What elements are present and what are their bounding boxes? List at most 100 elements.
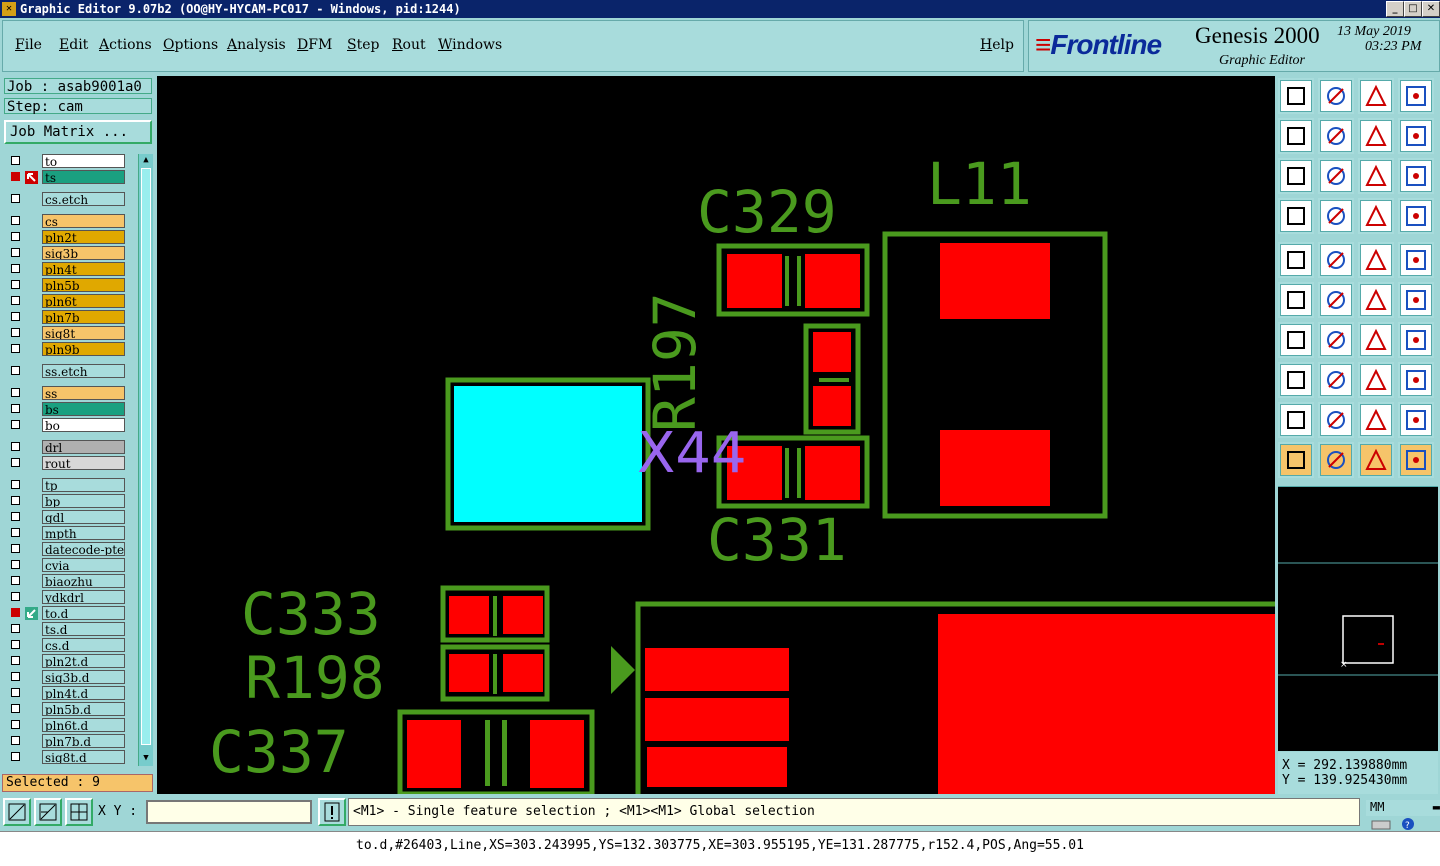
layer-checkbox[interactable] bbox=[11, 512, 20, 521]
tool-button[interactable] bbox=[1398, 442, 1434, 478]
layer-name[interactable]: pln6t.d bbox=[42, 718, 125, 732]
layer-row[interactable]: pln2t bbox=[6, 230, 128, 245]
tool-button[interactable] bbox=[1318, 198, 1354, 234]
layer-row[interactable]: sig8t.d bbox=[6, 750, 128, 765]
tool-button[interactable] bbox=[1398, 402, 1434, 438]
grid-button[interactable] bbox=[65, 798, 93, 826]
scroll-down-icon[interactable]: ▼ bbox=[139, 752, 153, 764]
layer-row[interactable]: pln7b.d bbox=[6, 734, 128, 749]
layer-row[interactable]: cs bbox=[6, 214, 128, 229]
layer-checkbox[interactable] bbox=[11, 560, 20, 569]
tool-button[interactable] bbox=[1398, 322, 1434, 358]
tool-button[interactable] bbox=[1358, 118, 1394, 154]
layer-row[interactable]: mpth bbox=[6, 526, 128, 541]
menu-analysis[interactable]: Analysis bbox=[227, 37, 286, 53]
layer-name[interactable]: pln5b.d bbox=[42, 702, 125, 716]
close-button[interactable]: ✕ bbox=[1422, 1, 1440, 17]
layer-checkbox[interactable] bbox=[11, 458, 20, 467]
layer-checkbox[interactable] bbox=[11, 704, 20, 713]
tool-button[interactable] bbox=[1318, 158, 1354, 194]
layer-checkbox[interactable] bbox=[11, 480, 20, 489]
pcb-drawing[interactable]: C329 L11 R197 C331 C333 R198 C337 X44 bbox=[157, 76, 1275, 794]
layer-name[interactable]: cs bbox=[42, 214, 125, 228]
layer-checkbox[interactable] bbox=[11, 592, 20, 601]
menu-help[interactable]: Help bbox=[980, 37, 1014, 53]
layer-checkbox[interactable] bbox=[11, 366, 20, 375]
tool-button[interactable] bbox=[1318, 442, 1354, 478]
layer-checkbox[interactable] bbox=[11, 544, 20, 553]
menu-dfm[interactable]: DFM bbox=[297, 37, 332, 53]
tool-button[interactable] bbox=[1358, 362, 1394, 398]
tool-button[interactable] bbox=[1278, 118, 1314, 154]
layer-checkbox[interactable] bbox=[11, 420, 20, 429]
layer-row[interactable]: ts bbox=[6, 170, 128, 185]
layer-checkbox[interactable] bbox=[11, 528, 20, 537]
layer-row[interactable]: ss bbox=[6, 386, 128, 401]
layer-row[interactable]: datecode-pte bbox=[6, 542, 128, 557]
layer-row[interactable]: sig3b bbox=[6, 246, 128, 261]
layer-row[interactable]: sig3b.d bbox=[6, 670, 128, 685]
layer-row[interactable]: cs.etch bbox=[6, 192, 128, 207]
layer-row[interactable]: pln4t.d bbox=[6, 686, 128, 701]
layer-checkbox[interactable] bbox=[11, 216, 20, 225]
layer-name[interactable]: ts bbox=[42, 170, 125, 184]
layer-row[interactable]: gdl bbox=[6, 510, 128, 525]
scroll-thumb[interactable] bbox=[141, 168, 151, 745]
layer-name[interactable]: to bbox=[42, 154, 125, 168]
layer-row[interactable]: sig8t bbox=[6, 326, 128, 341]
units-select[interactable]: MM ▬ bbox=[1366, 800, 1440, 816]
layer-name[interactable]: pln6t bbox=[42, 294, 125, 308]
layer-checkbox[interactable] bbox=[11, 752, 20, 761]
layer-row[interactable]: ydkdrl bbox=[6, 590, 128, 605]
layer-checkbox[interactable] bbox=[11, 496, 20, 505]
layer-checkbox[interactable] bbox=[11, 296, 20, 305]
tool-button[interactable] bbox=[1358, 442, 1394, 478]
layer-checkbox[interactable] bbox=[11, 328, 20, 337]
layer-checkbox[interactable] bbox=[11, 404, 20, 413]
zoom-area-button[interactable] bbox=[3, 798, 31, 826]
layer-row[interactable]: cs.d bbox=[6, 638, 128, 653]
layer-row[interactable]: bo bbox=[6, 418, 128, 433]
layer-row[interactable]: ss.etch bbox=[6, 364, 128, 379]
layer-name[interactable]: pln7b bbox=[42, 310, 125, 324]
menu-windows[interactable]: Windows bbox=[438, 37, 502, 53]
layer-name[interactable]: pln4t bbox=[42, 262, 125, 276]
alert-button[interactable] bbox=[318, 798, 346, 826]
layer-checkbox[interactable] bbox=[11, 344, 20, 353]
tool-button[interactable] bbox=[1358, 242, 1394, 278]
layer-row[interactable]: tp bbox=[6, 478, 128, 493]
overview-map[interactable]: × bbox=[1278, 486, 1438, 751]
layer-name[interactable]: bp bbox=[42, 494, 125, 508]
layer-row[interactable]: biaozhu bbox=[6, 574, 128, 589]
maximize-button[interactable]: □ bbox=[1404, 1, 1422, 17]
tool-button[interactable] bbox=[1358, 198, 1394, 234]
layer-name[interactable]: ts.d bbox=[42, 622, 125, 636]
layer-checkbox[interactable] bbox=[11, 232, 20, 241]
layer-checkbox[interactable] bbox=[11, 640, 20, 649]
layer-row[interactable]: pln6t bbox=[6, 294, 128, 309]
tool-button[interactable] bbox=[1278, 362, 1314, 398]
menu-options[interactable]: Options bbox=[163, 37, 218, 53]
layer-checkbox[interactable] bbox=[11, 736, 20, 745]
tool-button[interactable] bbox=[1398, 362, 1434, 398]
layer-row[interactable]: pln5b.d bbox=[6, 702, 128, 717]
tool-button[interactable] bbox=[1358, 402, 1394, 438]
layer-name[interactable]: pln4t.d bbox=[42, 686, 125, 700]
tool-button[interactable] bbox=[1318, 362, 1354, 398]
layer-checkbox[interactable] bbox=[11, 248, 20, 257]
layer-name[interactable]: drl bbox=[42, 440, 125, 454]
layer-name[interactable]: biaozhu bbox=[42, 574, 125, 588]
menu-step[interactable]: Step bbox=[347, 37, 379, 53]
layer-checkbox[interactable] bbox=[11, 624, 20, 633]
layer-name[interactable]: sig3b.d bbox=[42, 670, 125, 684]
layer-name[interactable]: bo bbox=[42, 418, 125, 432]
layer-row[interactable]: to.d bbox=[6, 606, 128, 621]
minimize-button[interactable]: _ bbox=[1386, 1, 1404, 17]
menu-actions[interactable]: Actions bbox=[99, 37, 152, 53]
layer-name[interactable]: cs.etch bbox=[42, 192, 125, 206]
layer-name[interactable]: pln5b bbox=[42, 278, 125, 292]
job-matrix-button[interactable]: Job Matrix ... bbox=[4, 120, 152, 144]
tool-button[interactable] bbox=[1278, 242, 1314, 278]
layer-checkbox[interactable] bbox=[11, 608, 20, 617]
tool-button[interactable] bbox=[1318, 322, 1354, 358]
